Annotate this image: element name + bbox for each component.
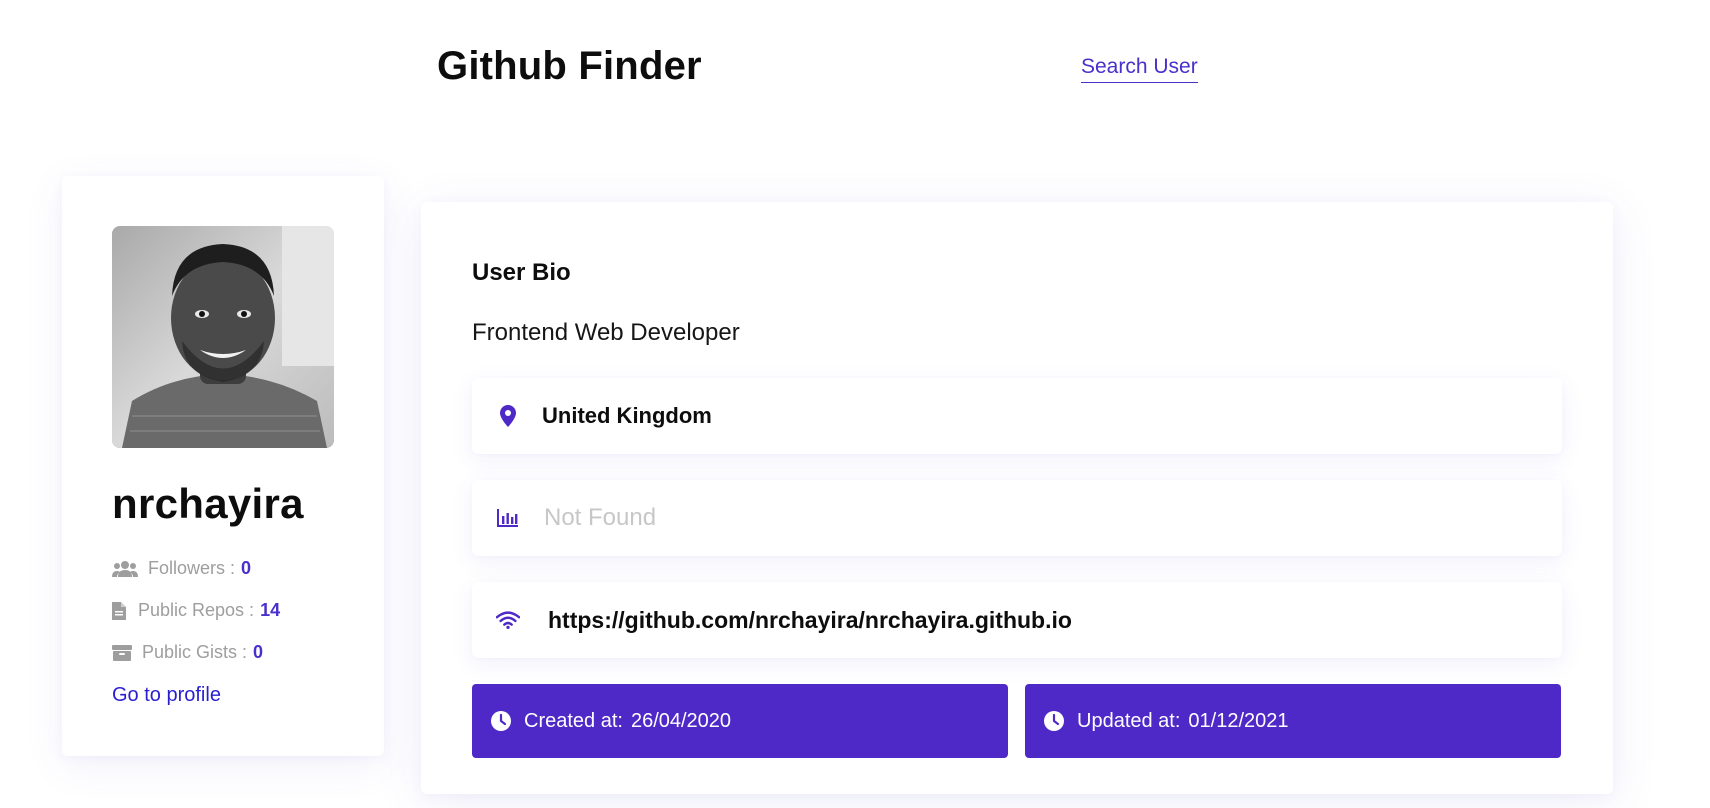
repos-count: 14 (260, 600, 281, 620)
followers-count: 0 (241, 558, 252, 578)
company-text: Not Found (544, 504, 657, 531)
avatar (112, 226, 334, 448)
map-pin-icon (496, 404, 520, 428)
avatar-photo (112, 226, 334, 448)
clock-icon (1043, 710, 1065, 732)
users-icon (112, 560, 138, 578)
page: Github Finder Search User nrchayira Foll… (0, 0, 1710, 808)
created-at-value: 26/04/2020 (630, 709, 732, 732)
updated-at-value: 01/12/2021 (1188, 709, 1289, 732)
gists-label: Public Gists : (142, 642, 248, 662)
search-user-link[interactable]: Search User (1081, 55, 1198, 83)
bio-heading: User Bio (472, 259, 571, 286)
created-at-label: Created at: (524, 709, 623, 732)
gists-count: 0 (253, 642, 264, 662)
company-row: Not Found (472, 480, 1562, 556)
followers-label: Followers : (148, 558, 236, 578)
updated-at-box: Updated at: 01/12/2021 (1025, 684, 1561, 758)
app-title: Github Finder (437, 44, 702, 88)
updated-at-label: Updated at: (1077, 709, 1181, 732)
blog-url[interactable]: https://github.com/nrchayira/nrchayira.g… (548, 607, 1072, 634)
clock-icon (490, 710, 512, 732)
location-row: United Kingdom (472, 378, 1562, 454)
bio-card: User Bio Frontend Web Developer United K… (421, 202, 1613, 794)
chart-icon (496, 506, 520, 530)
repos-label: Public Repos : (138, 600, 255, 620)
gists-stat: Public Gists : 0 (112, 642, 263, 663)
blog-row: https://github.com/nrchayira/nrchayira.g… (472, 582, 1562, 658)
profile-card: nrchayira Followers : 0 Public Repos: 1… (62, 176, 384, 756)
archive-icon (112, 644, 132, 662)
repos-stat: Public Repos : 14 (112, 600, 280, 621)
followers-stat: Followers : 0 (112, 558, 251, 579)
created-at-box: Created at: 26/04/2020 (472, 684, 1008, 758)
location-text: United Kingdom (542, 403, 712, 428)
file-icon (112, 601, 128, 620)
wifi-icon (496, 608, 520, 632)
go-to-profile-link[interactable]: Go to profile (112, 684, 221, 707)
bio-text: Frontend Web Developer (472, 319, 740, 346)
username: nrchayira (112, 480, 304, 527)
